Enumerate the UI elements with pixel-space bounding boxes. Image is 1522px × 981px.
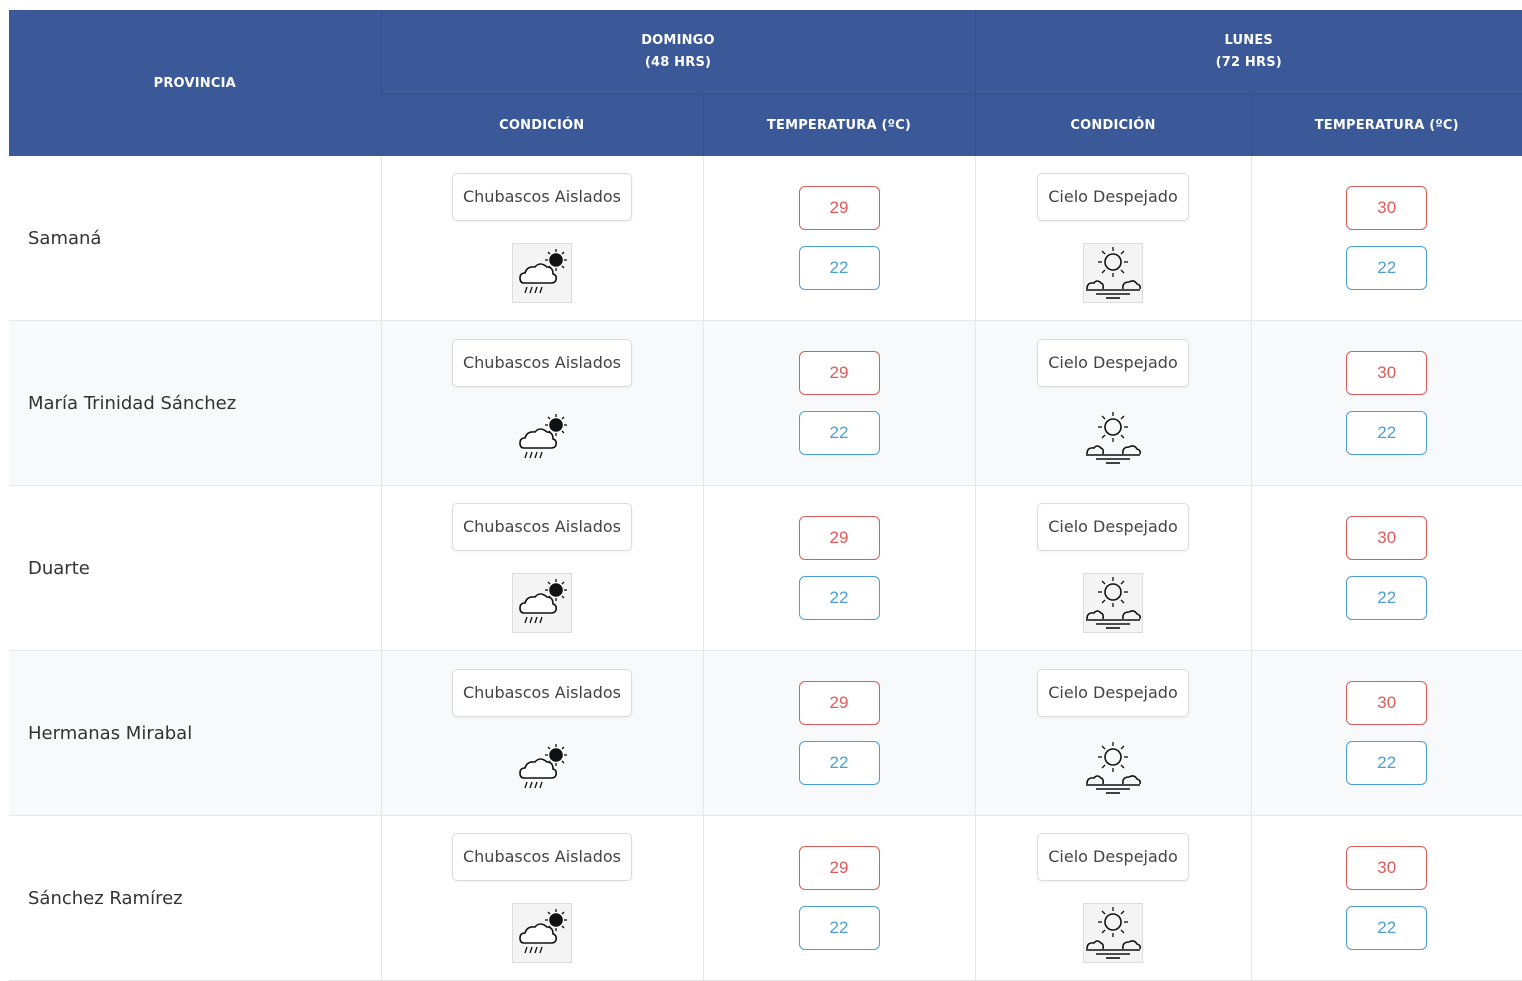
max-temperature: 30 [1346,186,1427,230]
province-cell: Hermanas Mirabal [9,651,381,816]
isolated-showers-icon [513,409,571,467]
condition-badge[interactable]: Cielo Despejado [1037,503,1188,551]
temperature-cell: 30 22 [1251,321,1522,486]
min-temperature: 22 [1346,246,1427,290]
max-temperature: 30 [1346,516,1427,560]
condition-cell: Chubascos Aislados [381,321,703,486]
temperature-cell: 29 22 [703,651,975,816]
province-cell: Samaná [9,156,381,321]
temperature-header: TEMPERATURA (ºC) [1251,95,1522,157]
day-hours: (48 HRS) [382,52,975,74]
clear-sky-icon [1084,409,1142,467]
temperature-cell: 29 22 [703,156,975,321]
max-temperature: 30 [1346,351,1427,395]
condition-cell: Cielo Despejado [975,156,1251,321]
condition-badge[interactable]: Cielo Despejado [1037,173,1188,221]
province-cell: Duarte [9,486,381,651]
max-temperature: 29 [799,351,880,395]
condition-badge[interactable]: Chubascos Aislados [452,669,632,717]
table-row: Samaná Chubascos Aislados 29 22 Cielo De… [9,156,1522,321]
max-temperature: 29 [799,516,880,560]
province-header: PROVINCIA [9,10,381,156]
province-name: Duarte [28,558,90,579]
temperature-cell: 30 22 [1251,156,1522,321]
condition-cell: Cielo Despejado [975,651,1251,816]
condition-badge[interactable]: Chubascos Aislados [452,173,632,221]
day-name: DOMINGO [382,30,975,52]
max-temperature: 29 [799,681,880,725]
table-row: Duarte Chubascos Aislados 29 22 Cielo De… [9,486,1522,651]
clear-sky-icon [1083,573,1143,633]
province-name: Hermanas Mirabal [28,723,192,744]
clear-sky-icon [1083,903,1143,963]
condition-badge[interactable]: Chubascos Aislados [452,503,632,551]
condition-badge[interactable]: Cielo Despejado [1037,339,1188,387]
temperature-cell: 30 22 [1251,651,1522,816]
clear-sky-icon [1083,243,1143,303]
condition-cell: Chubascos Aislados [381,156,703,321]
condition-badge[interactable]: Cielo Despejado [1037,833,1188,881]
table-row: Sánchez Ramírez Chubascos Aislados 29 22… [9,816,1522,981]
isolated-showers-icon [512,573,572,633]
province-name: María Trinidad Sánchez [28,393,236,414]
min-temperature: 22 [799,246,880,290]
isolated-showers-icon [512,903,572,963]
province-name: Sánchez Ramírez [28,888,183,909]
province-cell: Sánchez Ramírez [9,816,381,981]
condition-cell: Cielo Despejado [975,486,1251,651]
max-temperature: 30 [1346,681,1427,725]
table-row: María Trinidad Sánchez Chubascos Aislado… [9,321,1522,486]
temperature-cell: 29 22 [703,321,975,486]
condition-cell: Chubascos Aislados [381,816,703,981]
min-temperature: 22 [1346,411,1427,455]
province-cell: María Trinidad Sánchez [9,321,381,486]
min-temperature: 22 [1346,906,1427,950]
max-temperature: 29 [799,186,880,230]
max-temperature: 30 [1346,846,1427,890]
condition-cell: Cielo Despejado [975,321,1251,486]
forecast-table: PROVINCIA DOMINGO (48 HRS) LUNES (72 HRS… [9,10,1522,981]
min-temperature: 22 [799,411,880,455]
condition-header: CONDICIÓN [381,95,703,157]
condition-header: CONDICIÓN [975,95,1251,157]
day-name: LUNES [976,30,1522,52]
condition-badge[interactable]: Chubascos Aislados [452,833,632,881]
day-hours: (72 HRS) [976,52,1522,74]
day-header-sunday: DOMINGO (48 HRS) [381,10,975,95]
max-temperature: 29 [799,846,880,890]
day-header-monday: LUNES (72 HRS) [975,10,1522,95]
min-temperature: 22 [1346,741,1427,785]
condition-badge[interactable]: Chubascos Aislados [452,339,632,387]
condition-badge[interactable]: Cielo Despejado [1037,669,1188,717]
min-temperature: 22 [1346,576,1427,620]
forecast-rows: Samaná Chubascos Aislados 29 22 Cielo De… [9,156,1522,981]
isolated-showers-icon [513,739,571,797]
temperature-cell: 30 22 [1251,486,1522,651]
temperature-cell: 30 22 [1251,816,1522,981]
min-temperature: 22 [799,576,880,620]
condition-cell: Chubascos Aislados [381,651,703,816]
table-row: Hermanas Mirabal Chubascos Aislados 29 2… [9,651,1522,816]
temperature-cell: 29 22 [703,486,975,651]
condition-cell: Cielo Despejado [975,816,1251,981]
temperature-cell: 29 22 [703,816,975,981]
min-temperature: 22 [799,906,880,950]
forecast-table-container: PROVINCIA DOMINGO (48 HRS) LUNES (72 HRS… [9,10,1522,981]
min-temperature: 22 [799,741,880,785]
isolated-showers-icon [512,243,572,303]
condition-cell: Chubascos Aislados [381,486,703,651]
clear-sky-icon [1084,739,1142,797]
temperature-header: TEMPERATURA (ºC) [703,95,975,157]
province-name: Samaná [28,228,101,249]
